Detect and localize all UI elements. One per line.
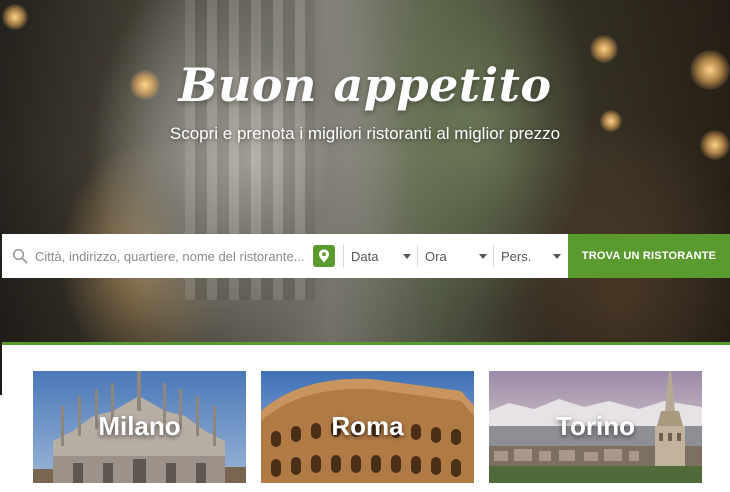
search-input[interactable] [35, 248, 305, 264]
hero-title: Buon appetito [178, 58, 552, 112]
city-card-roma[interactable]: Roma [261, 371, 474, 483]
location-pin-icon [319, 249, 329, 263]
city-name-milano: Milano [98, 411, 181, 441]
location-button[interactable] [313, 245, 335, 267]
search-bar: Data Ora Pers. TROVA UN RISTORANTE [2, 234, 730, 278]
people-select[interactable]: Pers. [494, 234, 567, 278]
city-card-milano[interactable]: Milano [33, 371, 246, 483]
time-select[interactable]: Ora [418, 234, 493, 278]
date-select-label: Data [351, 248, 379, 264]
city-name-torino: Torino [556, 411, 635, 441]
city-card-torino[interactable]: Torino [489, 371, 702, 483]
date-select[interactable]: Data [344, 234, 417, 278]
time-select-label: Ora [425, 248, 447, 264]
chevron-down-icon [403, 254, 411, 259]
search-icon [12, 248, 28, 264]
city-section: Milano Roma Torino [2, 342, 730, 492]
hero-banner: Buon appetito Scopri e prenota i miglior… [0, 0, 730, 395]
people-select-label: Pers. [501, 248, 532, 264]
chevron-down-icon [479, 254, 487, 259]
hero-light [2, 4, 28, 30]
chevron-down-icon [553, 254, 561, 259]
hero-subtitle: Scopri e prenota i migliori ristoranti a… [169, 124, 561, 143]
find-restaurant-button[interactable]: TROVA UN RISTORANTE [568, 234, 730, 278]
city-name-roma: Roma [331, 411, 404, 441]
